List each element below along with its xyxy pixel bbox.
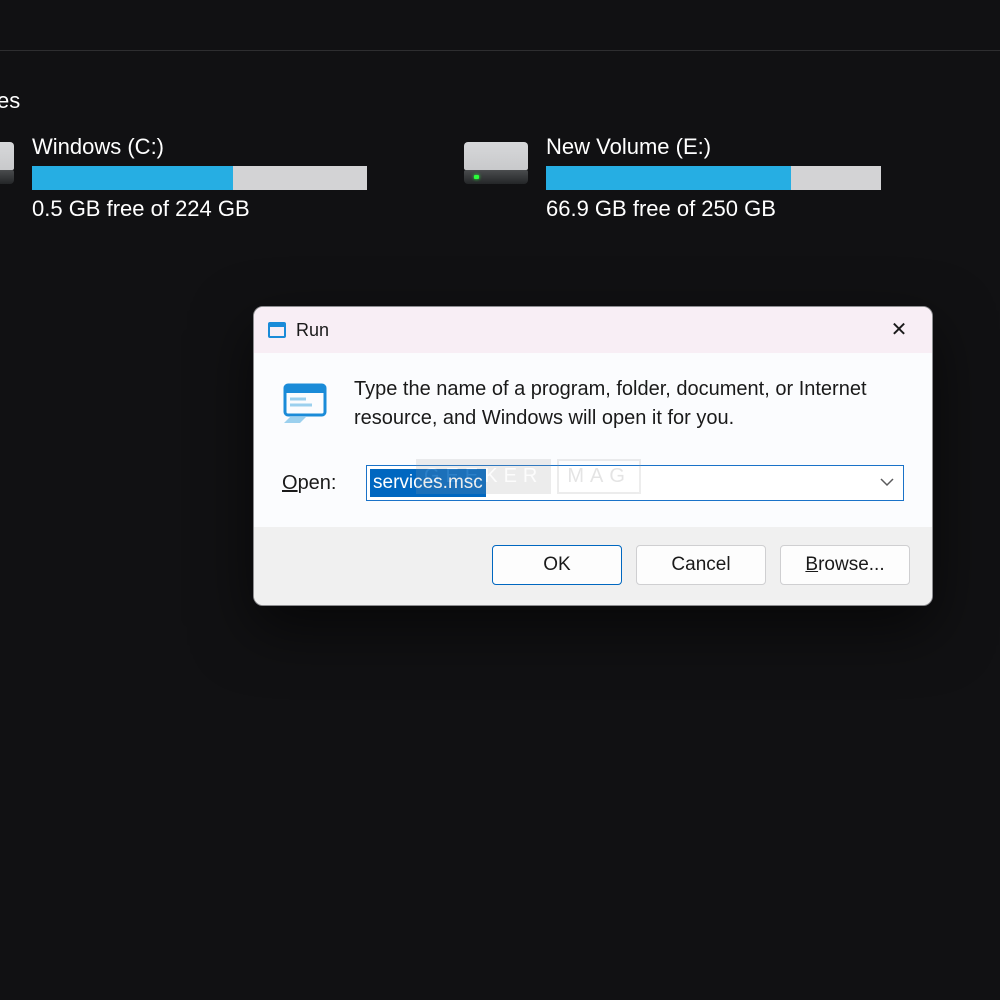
drive-usage-fill (546, 166, 791, 190)
dialog-title: Run (296, 320, 329, 341)
ok-button[interactable]: OK (492, 545, 622, 585)
disk-icon (464, 134, 528, 182)
open-input[interactable] (366, 465, 904, 501)
close-button[interactable]: ✕ (878, 314, 920, 346)
ok-button-label: OK (543, 554, 570, 576)
drive-name: New Volume (E:) (546, 134, 894, 160)
drive-item[interactable]: Windows (C:) 0.5 GB free of 224 GB (0, 134, 380, 222)
browse-button[interactable]: Browse... (780, 545, 910, 585)
drives-section-heading: ves (0, 88, 20, 114)
drive-info: New Volume (E:) 66.9 GB free of 250 GB (546, 134, 894, 222)
cancel-button-label: Cancel (671, 554, 730, 576)
disk-icon (0, 134, 14, 182)
dialog-button-row: OK Cancel Browse... (254, 527, 932, 605)
divider (0, 50, 1000, 51)
dialog-description: Type the name of a program, folder, docu… (354, 375, 904, 433)
drive-stats: 0.5 GB free of 224 GB (32, 196, 380, 222)
open-label: Open: (282, 472, 352, 495)
run-large-icon (282, 379, 332, 423)
titlebar[interactable]: Run ✕ (254, 307, 932, 353)
cancel-button[interactable]: Cancel (636, 545, 766, 585)
drive-stats: 66.9 GB free of 250 GB (546, 196, 894, 222)
close-icon: ✕ (891, 320, 908, 340)
drives-list: Windows (C:) 0.5 GB free of 224 GB New V… (0, 134, 894, 222)
open-combobox[interactable]: services.msc (366, 465, 904, 501)
run-icon (268, 322, 286, 338)
drive-usage-bar (546, 166, 881, 190)
drive-usage-fill (32, 166, 233, 190)
drive-usage-bar (32, 166, 367, 190)
browse-button-label: Browse... (805, 554, 884, 576)
drive-name: Windows (C:) (32, 134, 380, 160)
drive-info: Windows (C:) 0.5 GB free of 224 GB (32, 134, 380, 222)
drive-item[interactable]: New Volume (E:) 66.9 GB free of 250 GB (464, 134, 894, 222)
run-dialog: Run ✕ Type the name of a program, folder… (253, 306, 933, 606)
